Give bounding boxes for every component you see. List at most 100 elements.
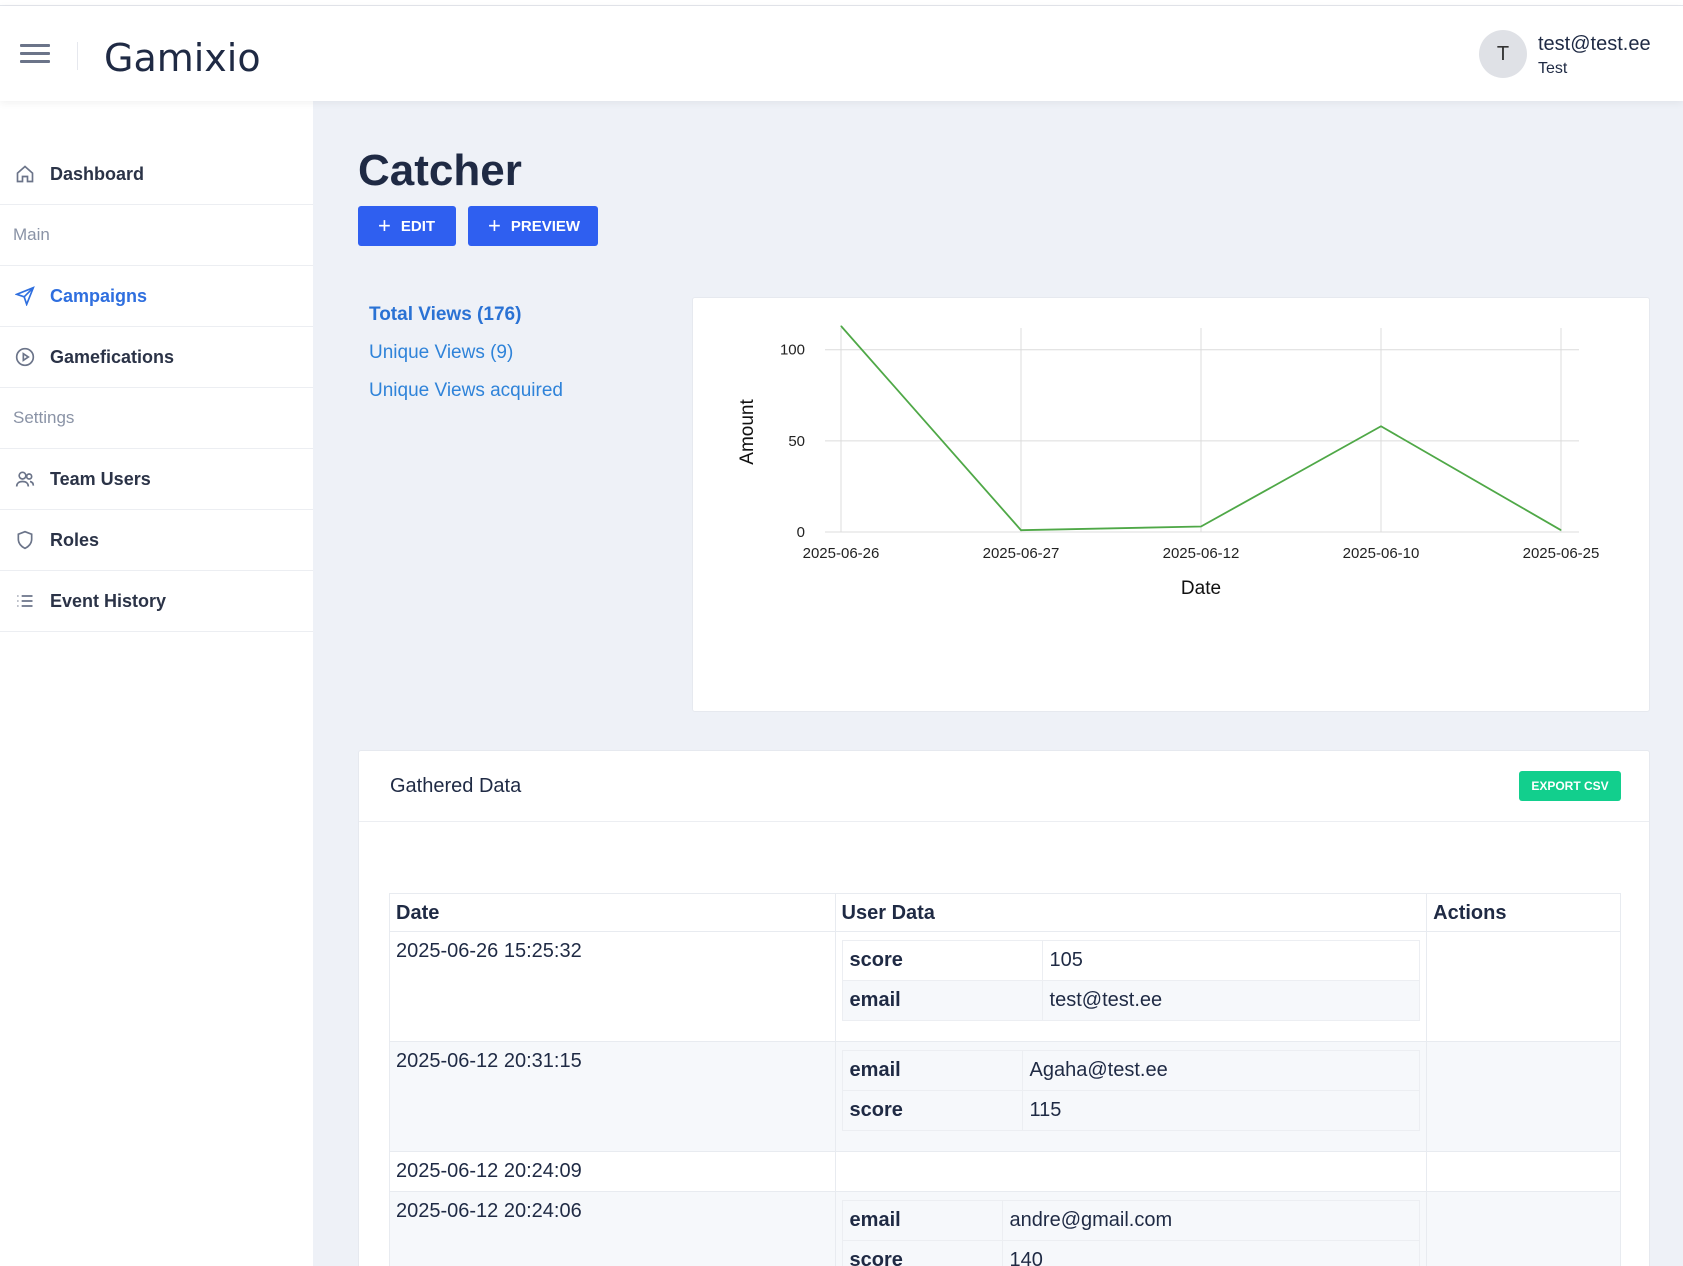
x-axis-label: Date [1181,578,1221,599]
user-data-row: score 105 [841,940,1421,981]
data-point [840,325,842,327]
sidebar-item-label: Gamefications [50,346,175,367]
send-icon [14,285,36,307]
user-data-key: score [841,940,1043,981]
user-data-key: email [841,1200,1003,1241]
user-data-table: email Agaha@test.ee score 115 [841,1050,1421,1131]
table-row: 2025-06-12 20:31:15 email Agaha@test.ee … [389,1041,1621,1152]
row-actions [1426,1041,1621,1152]
column-header-actions: Actions [1426,893,1621,932]
y-tick-label: 0 [797,524,805,541]
menu-icon[interactable] [20,44,50,64]
export-csv-button[interactable]: EXPORT CSV [1519,771,1621,801]
user-data-row: email test@test.ee [841,980,1421,1021]
user-data-value: andre@gmail.com [1001,1200,1421,1241]
list-icon [14,590,36,612]
row-date: 2025-06-12 20:24:09 [389,1151,836,1192]
x-tick-label: 2025-06-26 [803,545,880,562]
sidebar-item-label: Event History [50,590,167,611]
x-tick-label: 2025-06-12 [1163,545,1240,562]
gathered-data-card: Gathered Data EXPORT CSV Date User Data … [358,750,1650,1266]
user-name: Test [1538,60,1568,77]
sidebar: Dashboard Main Campaigns Gamefications S… [0,101,313,1266]
plus-icon: + [488,213,501,238]
user-data-row: score 140 [841,1240,1421,1266]
x-tick-label: 2025-06-25 [1523,545,1600,562]
sidebar-item-label: Team Users [50,468,151,489]
top-header: Gamixio T test@test.ee Test [0,6,1683,101]
shield-icon [14,529,36,551]
user-data-value: 140 [1001,1240,1421,1266]
x-tick-label: 2025-06-10 [1343,545,1420,562]
sidebar-section-settings: Settings [0,388,313,449]
user-email[interactable]: test@test.ee [1538,33,1651,56]
plus-icon: + [378,213,391,238]
row-user-data: email andre@gmail.com score 140 [834,1191,1428,1266]
y-tick-label: 50 [788,433,805,450]
sidebar-item-label: Campaigns [50,285,148,306]
sidebar-section-main: Main [0,205,313,266]
user-data-key: email [841,980,1043,1021]
page-title: Catcher [358,146,522,195]
sidebar-item-roles[interactable]: Roles [0,510,313,571]
views-chart: 0 50 100 2025-06-26 2025-06-27 2025-06-12 2025… [737,325,1600,599]
card-divider [359,821,1649,822]
column-header-user-data: User Data [834,893,1428,932]
user-data-row: email andre@gmail.com [841,1200,1421,1241]
user-data-value: test@test.ee [1041,980,1421,1021]
sidebar-item-event-history[interactable]: Event History [0,571,313,632]
row-actions [1426,931,1621,1042]
user-data-row: email Agaha@test.ee [841,1050,1421,1091]
y-axis-label: Amount [737,399,758,465]
header-divider [77,42,78,70]
sidebar-item-label: Roles [50,529,100,550]
x-tick-label: 2025-06-27 [983,545,1060,562]
column-header-date: Date [389,893,836,932]
sidebar-item-gamefications[interactable]: Gamefications [0,327,313,388]
row-user-data: email Agaha@test.ee score 115 [834,1041,1428,1152]
unique-views-link[interactable]: Unique Views (9) [369,342,513,364]
preview-button-label: PREVIEW [510,217,581,235]
user-data-value: 115 [1021,1090,1421,1131]
users-icon [14,468,36,490]
data-point [1380,425,1382,427]
sidebar-item-team-users[interactable]: Team Users [0,449,313,510]
table-row: 2025-06-26 15:25:32 score 105 email test… [389,931,1621,1042]
user-data-value: 105 [1041,940,1421,981]
user-data-table: email andre@gmail.com score 140 [841,1200,1421,1266]
row-user-data: score 105 email test@test.ee [834,931,1428,1042]
row-date: 2025-06-12 20:24:06 [389,1191,836,1266]
unique-views-acquired-link[interactable]: Unique Views acquired [369,380,563,402]
gathered-data-table: Date User Data Actions 2025-06-26 15:25:… [389,893,1621,1266]
sidebar-item-dashboard[interactable]: Dashboard [0,144,313,205]
user-data-value: Agaha@test.ee [1021,1050,1421,1091]
brand-logo[interactable]: Gamixio [104,36,261,80]
row-actions [1426,1151,1621,1192]
data-point [1020,529,1022,531]
table-row: 2025-06-12 20:24:06 email andre@gmail.co… [389,1191,1621,1266]
edit-button-label: EDIT [400,217,436,235]
avatar[interactable]: T [1479,30,1527,78]
sidebar-item-campaigns[interactable]: Campaigns [0,266,313,327]
user-data-key: score [841,1240,1003,1266]
user-data-key: email [841,1050,1023,1091]
total-views-link[interactable]: Total Views (176) [369,304,521,326]
row-user-data [834,1151,1428,1192]
sidebar-item-label: Dashboard [50,163,145,184]
user-data-table: score 105 email test@test.ee [841,940,1421,1021]
y-tick-label: 100 [780,342,805,359]
card-title: Gathered Data [390,775,522,797]
data-point [1560,529,1562,531]
views-chart-card: 0 50 100 2025-06-26 2025-06-27 2025-06-12 2025… [692,297,1650,712]
edit-button[interactable]: + EDIT [358,206,456,246]
row-actions [1426,1191,1621,1266]
play-circle-icon [14,346,36,368]
table-row: 2025-06-12 20:24:09 [389,1151,1621,1192]
table-header-row: Date User Data Actions [389,893,1621,932]
row-date: 2025-06-12 20:31:15 [389,1041,836,1152]
home-icon [14,163,36,185]
preview-button[interactable]: + PREVIEW [468,206,598,246]
user-data-key: score [841,1090,1023,1131]
data-point [1200,526,1202,528]
row-date: 2025-06-26 15:25:32 [389,931,836,1042]
